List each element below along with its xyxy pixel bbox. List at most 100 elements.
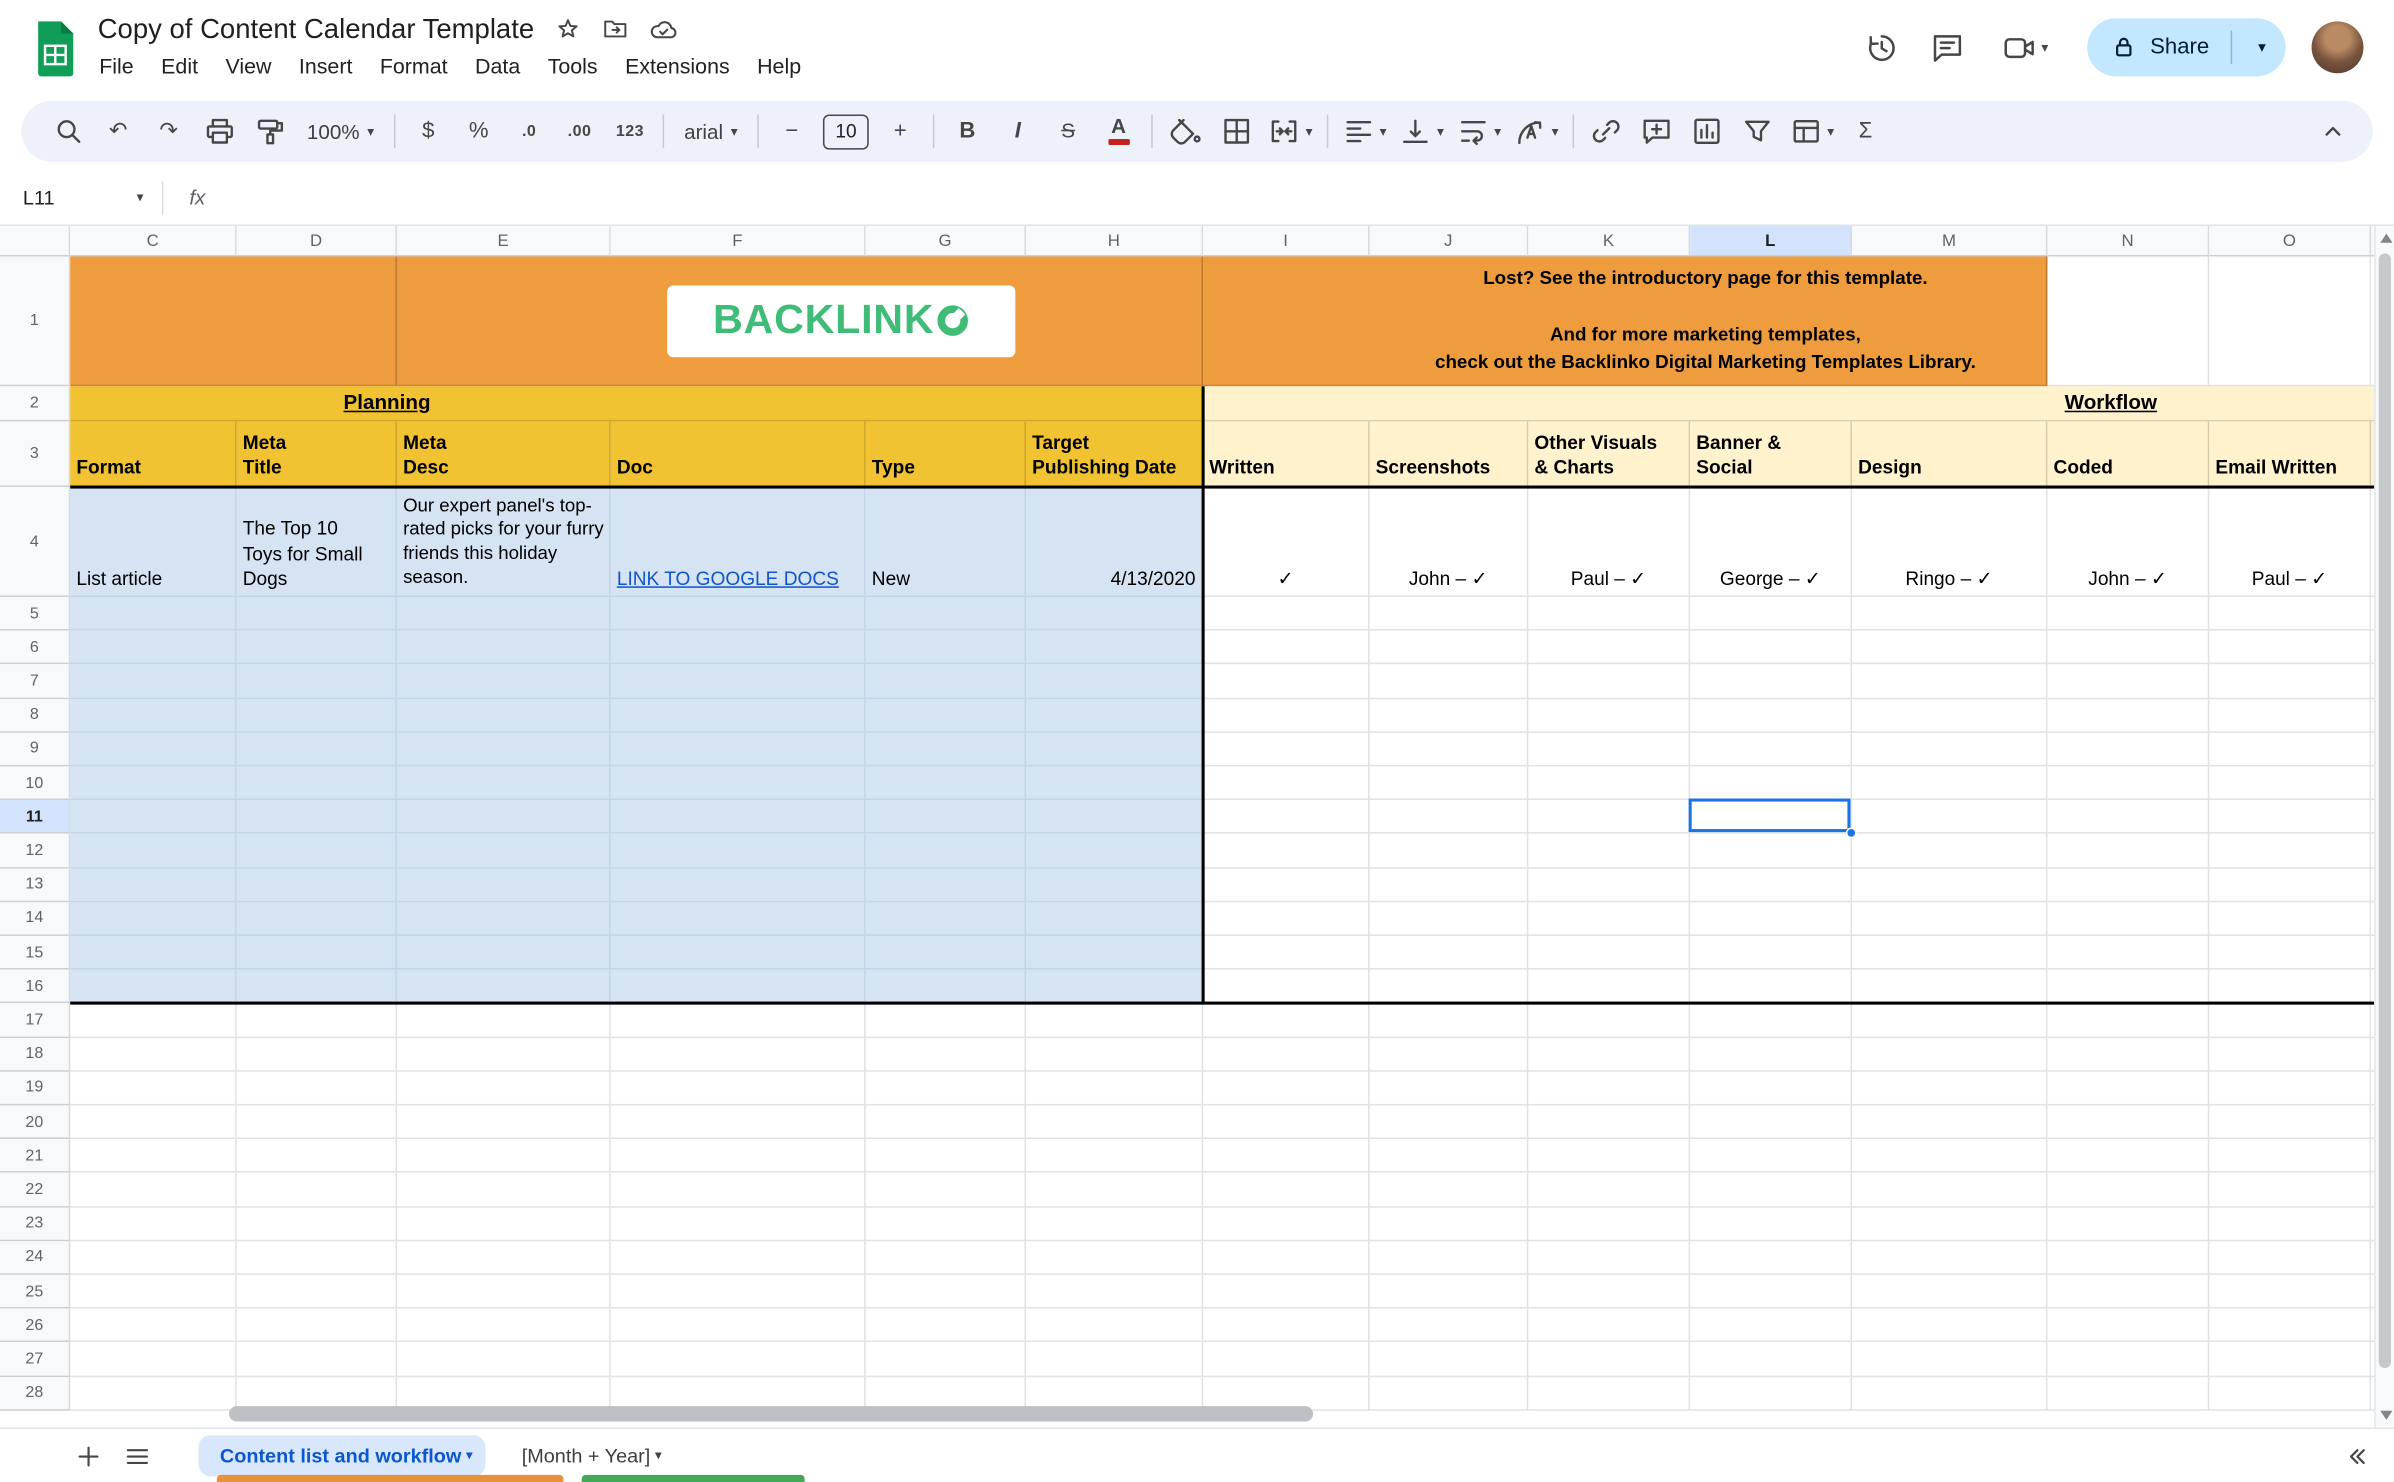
cell-E7[interactable] <box>396 664 611 699</box>
name-box[interactable]: L11 ▾ <box>0 186 162 209</box>
comments-button[interactable] <box>1926 26 1969 69</box>
cell-N20[interactable] <box>2047 1105 2210 1140</box>
cell-J7[interactable] <box>1369 664 1529 699</box>
cell-O16[interactable] <box>2209 969 2372 1004</box>
cell-F21[interactable] <box>610 1139 866 1174</box>
hide-menus-button[interactable] <box>2309 108 2356 155</box>
cell-N15[interactable] <box>2047 935 2210 970</box>
planning-section-header[interactable]: Planning <box>70 386 1204 422</box>
cell-F6[interactable] <box>610 630 866 665</box>
workflow-section-header[interactable]: Workflow <box>1203 386 2394 422</box>
cell-K3[interactable]: Other Visuals & Charts <box>1528 421 1691 488</box>
add-sheet-button[interactable] <box>64 1434 113 1477</box>
cell-K13[interactable] <box>1528 868 1691 903</box>
cell-M25[interactable] <box>1852 1274 2048 1309</box>
cell-E27[interactable] <box>396 1342 611 1377</box>
cell-D20[interactable] <box>236 1105 397 1140</box>
row-header-21[interactable]: 21 <box>0 1139 71 1174</box>
cell-C27[interactable] <box>70 1342 237 1377</box>
cell-H19[interactable] <box>1026 1071 1204 1106</box>
cell-D25[interactable] <box>236 1274 397 1309</box>
strikethrough-button[interactable]: S <box>1044 108 1091 155</box>
cell-C22[interactable] <box>70 1173 237 1208</box>
cell-G9[interactable] <box>865 732 1027 767</box>
cell-H12[interactable] <box>1026 834 1204 869</box>
cell-K11[interactable] <box>1528 800 1691 835</box>
row-header-3[interactable]: 3 <box>0 421 71 488</box>
cell-N21[interactable] <box>2047 1139 2210 1174</box>
cell-O12[interactable] <box>2209 834 2372 869</box>
row-header-14[interactable]: 14 <box>0 902 71 936</box>
cell-I23[interactable] <box>1203 1207 1370 1241</box>
cell-H10[interactable] <box>1026 766 1204 801</box>
cell-J28[interactable] <box>1369 1376 1529 1411</box>
cell-O5[interactable] <box>2209 596 2372 631</box>
cell-O6[interactable] <box>2209 630 2372 665</box>
cell-I27[interactable] <box>1203 1342 1370 1377</box>
cell-L22[interactable] <box>1690 1173 1853 1208</box>
column-header-D[interactable]: D <box>236 225 397 257</box>
cell-M17[interactable] <box>1852 1003 2048 1038</box>
cell-C3[interactable]: Format <box>70 421 237 488</box>
cell-E11[interactable] <box>396 800 611 835</box>
cell-G6[interactable] <box>865 630 1027 665</box>
sheets-logo-icon[interactable] <box>34 20 78 78</box>
cell-K4[interactable]: Paul – ✓ <box>1528 487 1691 597</box>
undo-button[interactable]: ↶ <box>95 108 142 155</box>
cell-J16[interactable] <box>1369 969 1529 1004</box>
meet-button[interactable]: ▾ <box>1991 26 2058 69</box>
cell-N10[interactable] <box>2047 766 2210 801</box>
cell-F7[interactable] <box>610 664 866 699</box>
cell-I12[interactable] <box>1203 834 1370 869</box>
cell-H26[interactable] <box>1026 1308 1204 1343</box>
cell-K16[interactable] <box>1528 969 1691 1004</box>
cell-E17[interactable] <box>396 1003 611 1038</box>
cell-N6[interactable] <box>2047 630 2210 665</box>
column-header-O[interactable]: O <box>2209 225 2372 257</box>
cell-G14[interactable] <box>865 902 1027 936</box>
cell-F5[interactable] <box>610 596 866 631</box>
sheet-tab-month-year[interactable]: [Month + Year] ▾ <box>500 1435 674 1476</box>
row-header-22[interactable]: 22 <box>0 1173 71 1208</box>
cell-G7[interactable] <box>865 664 1027 699</box>
cell-C14[interactable] <box>70 902 237 936</box>
cell-C15[interactable] <box>70 935 237 970</box>
menu-tools[interactable]: Tools <box>534 50 611 81</box>
cell-G15[interactable] <box>865 935 1027 970</box>
cell-G16[interactable] <box>865 969 1027 1004</box>
cell-I6[interactable] <box>1203 630 1370 665</box>
cell-H27[interactable] <box>1026 1342 1204 1377</box>
sheet-tab-content-list-and-workflow[interactable]: Content list and workflow ▾ <box>198 1435 486 1477</box>
table-views-button[interactable]: ▾ <box>1784 108 1838 155</box>
column-header-K[interactable]: K <box>1528 225 1691 257</box>
share-menu-caret-icon[interactable]: ▾ <box>2247 39 2276 56</box>
cell-L28[interactable] <box>1690 1376 1853 1411</box>
column-header-F[interactable]: F <box>610 225 866 257</box>
cell-H11[interactable] <box>1026 800 1204 835</box>
cell-E23[interactable] <box>396 1207 611 1241</box>
cell-H7[interactable] <box>1026 664 1204 699</box>
scroll-down-arrow-icon[interactable] <box>2380 1410 2393 1420</box>
cell-I10[interactable] <box>1203 766 1370 801</box>
cell-E10[interactable] <box>396 766 611 801</box>
cell-J17[interactable] <box>1369 1003 1529 1038</box>
cell-O8[interactable] <box>2209 698 2372 733</box>
cell-G27[interactable] <box>865 1342 1027 1377</box>
cell-J21[interactable] <box>1369 1139 1529 1174</box>
cell-O14[interactable] <box>2209 902 2372 936</box>
row-header-1[interactable]: 1 <box>0 256 71 387</box>
select-all-corner[interactable] <box>0 225 71 257</box>
cell-C10[interactable] <box>70 766 237 801</box>
cell-F12[interactable] <box>610 834 866 869</box>
functions-button[interactable]: Σ <box>1842 108 1889 155</box>
cell-I8[interactable] <box>1203 698 1370 733</box>
cell-L6[interactable] <box>1690 630 1853 665</box>
vertical-align-button[interactable]: ▾ <box>1394 108 1448 155</box>
text-rotation-button[interactable]: ▾ <box>1509 108 1563 155</box>
cell-H18[interactable] <box>1026 1037 1204 1072</box>
cell-J13[interactable] <box>1369 868 1529 903</box>
cell-O22[interactable] <box>2209 1173 2372 1208</box>
cell-L18[interactable] <box>1690 1037 1853 1072</box>
cell-D23[interactable] <box>236 1207 397 1241</box>
redo-button[interactable]: ↷ <box>145 108 192 155</box>
